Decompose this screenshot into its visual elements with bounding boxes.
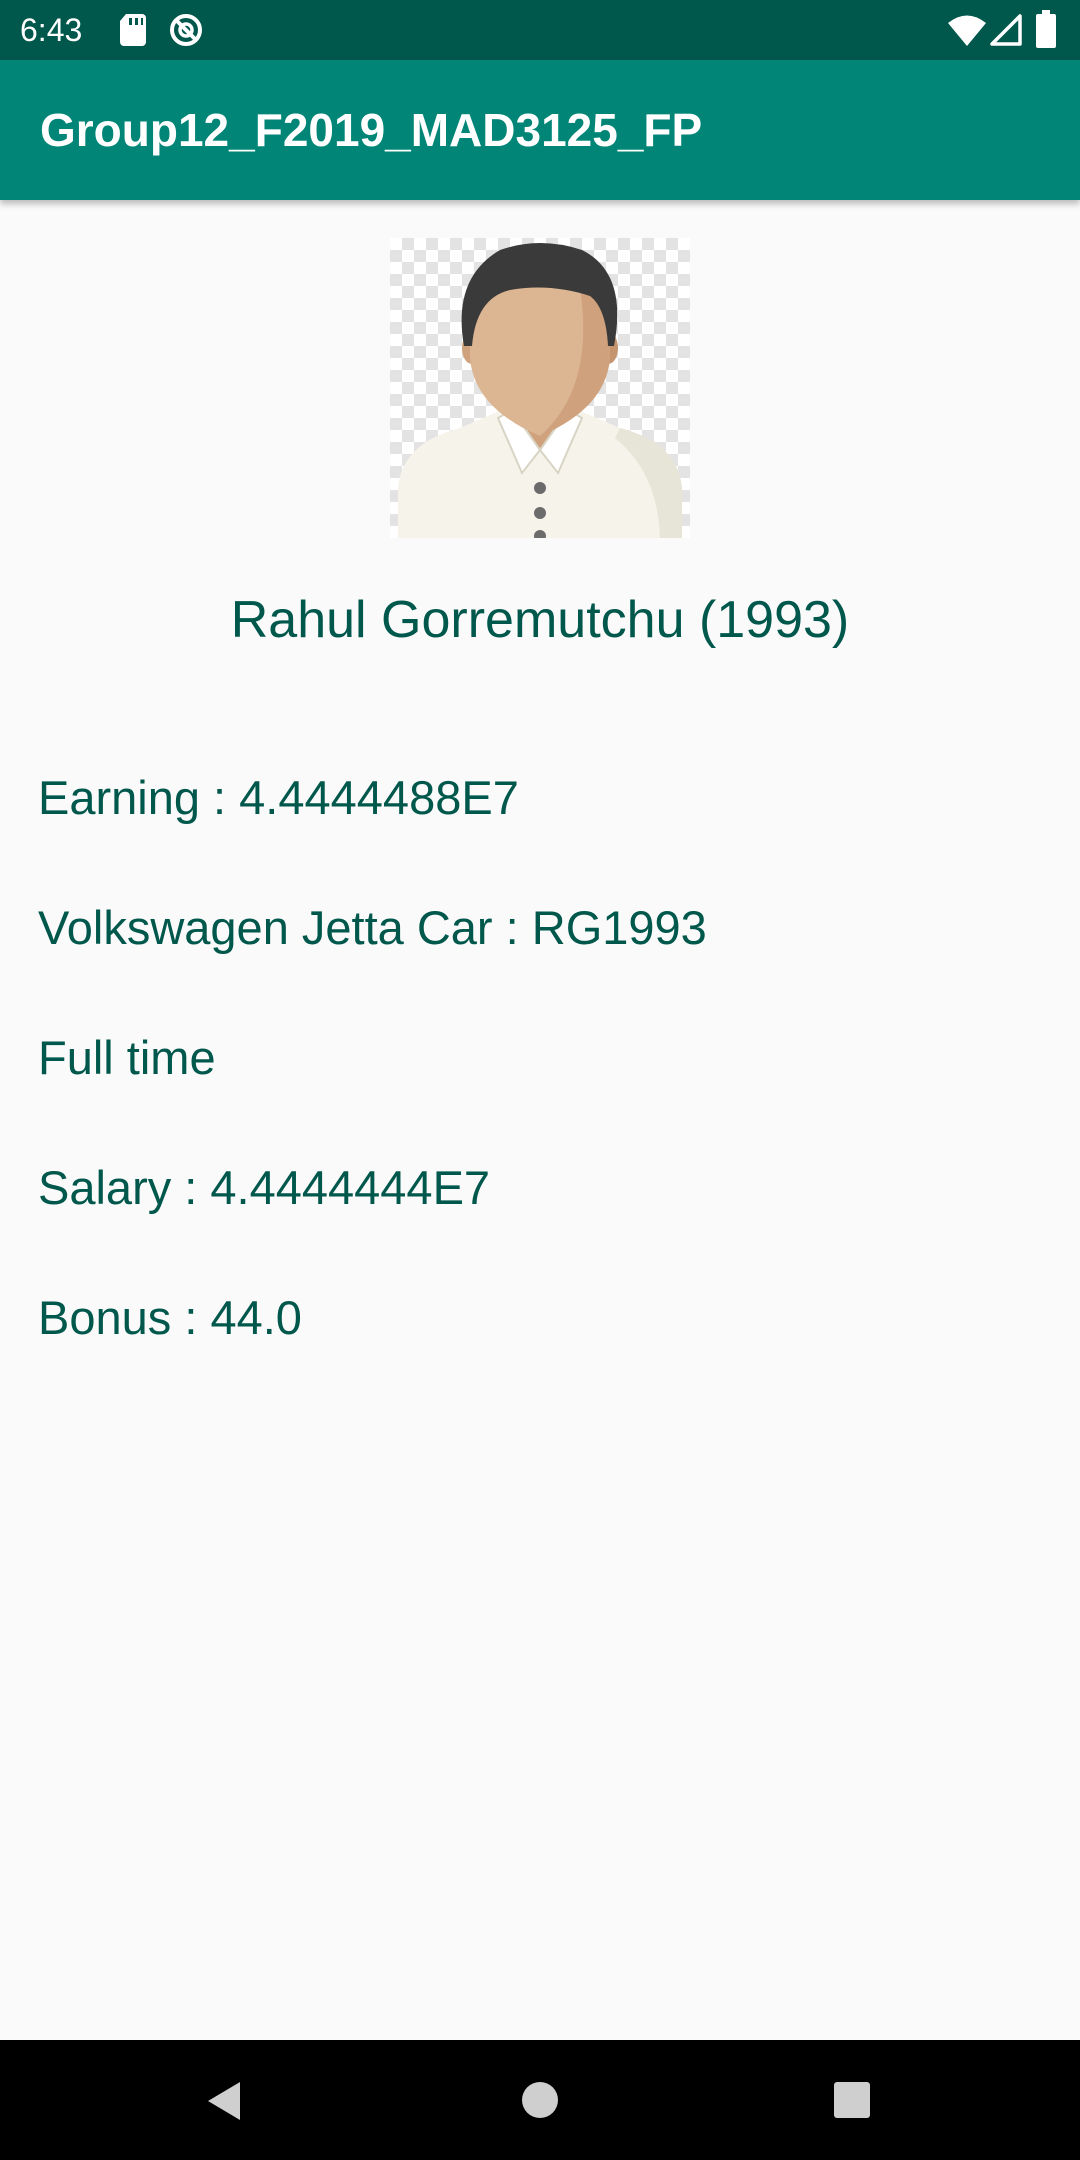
battery-icon: [1036, 10, 1056, 48]
do-not-disturb-icon: [170, 14, 202, 46]
app-bar: Group12_F2019_MAD3125_FP: [0, 60, 1080, 200]
cell-signal-icon: [990, 14, 1022, 46]
employment-type-text: Full time: [38, 1031, 216, 1084]
person-avatar-icon: [390, 238, 690, 538]
app-title: Group12_F2019_MAD3125_FP: [40, 104, 703, 156]
back-icon[interactable]: [204, 2080, 244, 2122]
sd-card-icon: [120, 14, 146, 46]
recents-icon[interactable]: [834, 2082, 870, 2118]
vehicle-text: Volkswagen Jetta Car : RG1993: [38, 901, 707, 954]
salary-text: Salary : 4.4444444E7: [38, 1161, 491, 1214]
status-time: 6:43: [20, 12, 83, 48]
wifi-icon: [948, 15, 986, 46]
status-bar: 6:43: [0, 0, 1080, 60]
home-icon[interactable]: [522, 2082, 558, 2118]
earning-text: Earning : 4.4444488E7: [38, 771, 519, 824]
bonus-text: Bonus : 44.0: [38, 1291, 302, 1344]
person-name: Rahul Gorremutchu (1993): [230, 591, 850, 649]
navigation-bar: [0, 2040, 1080, 2160]
